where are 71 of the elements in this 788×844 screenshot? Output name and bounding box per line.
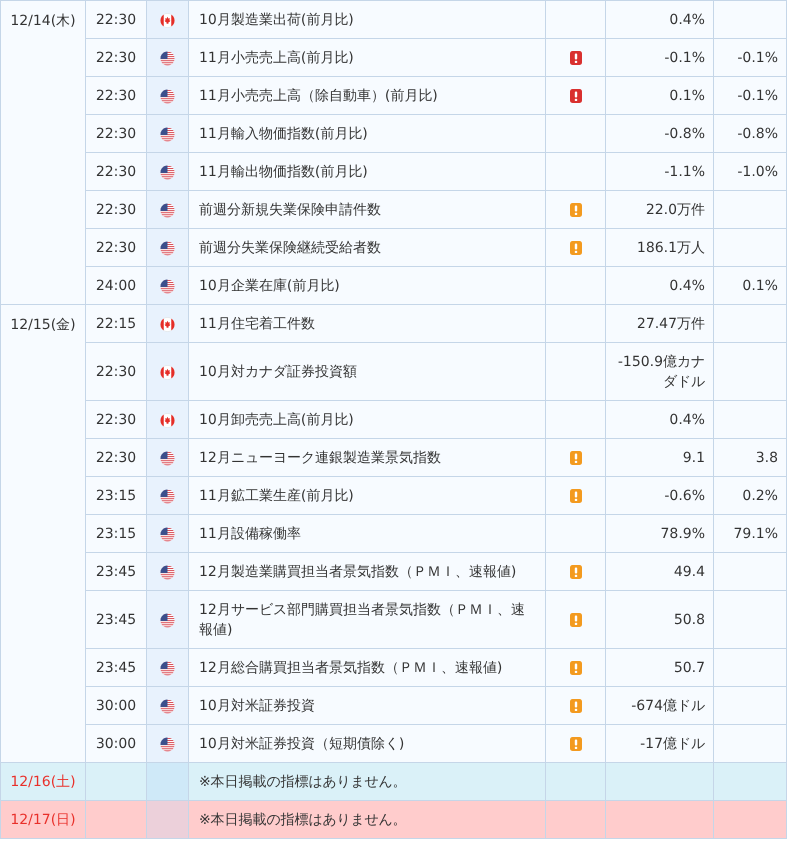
time-label: 24:00 [96, 278, 136, 294]
value-text: 0.4% [669, 278, 705, 294]
event-name: 12月総合購買担当者景気指数（ＰＭＩ、速報値) [199, 660, 502, 676]
time-label: 22:30 [96, 126, 136, 142]
event-name: 10月対米証券投資 [199, 698, 315, 714]
value-text: 50.7 [674, 660, 705, 676]
event-name: 12月ニューヨーク連銀製造業景気指数 [199, 450, 441, 466]
event-name: 11月輸出物価指数(前月比) [199, 164, 368, 180]
time-label: 22:30 [96, 240, 136, 256]
time-label: 22:30 [96, 50, 136, 66]
time-label: 22:15 [96, 316, 136, 332]
value-text: 3.8 [756, 450, 778, 466]
event-name: 11月小売売上高(前月比) [199, 50, 354, 66]
value-text: -150.9億カナダドル [618, 354, 705, 390]
value-text: -17億ドル [640, 736, 705, 752]
date-label: 12/14(木) [10, 13, 76, 29]
value-text: -0.8% [737, 126, 778, 142]
time-label: 22:30 [96, 88, 136, 104]
value-text: 0.4% [669, 412, 705, 428]
value-text: -0.1% [737, 50, 778, 66]
value-text: -0.6% [664, 488, 705, 504]
event-name: 11月住宅着工件数 [199, 316, 315, 332]
value-text: 186.1万人 [636, 240, 705, 256]
event-name: 12月サービス部門購買担当者景気指数（ＰＭＩ、速報値) [199, 602, 525, 638]
date-label: 12/16(土) [10, 774, 76, 790]
event-name: 11月小売売上高（除自動車）(前月比) [199, 88, 438, 104]
time-label: 22:30 [96, 202, 136, 218]
value-text: -674億ドル [631, 698, 705, 714]
time-label: 22:30 [96, 12, 136, 28]
value-text: 9.1 [682, 450, 705, 466]
value-text: 0.1% [742, 278, 778, 294]
event-name: 10月対カナダ証券投資額 [199, 364, 357, 380]
event-name: 前週分新規失業保険申請件数 [199, 202, 381, 218]
time-label: 23:15 [96, 488, 136, 504]
time-label: 30:00 [96, 736, 136, 752]
value-text: 27.47万件 [636, 316, 705, 332]
value-text: -0.1% [664, 50, 705, 66]
value-text: 0.2% [742, 488, 778, 504]
event-name: 10月企業在庫(前月比) [199, 278, 340, 294]
event-name: 前週分失業保険継続受給者数 [199, 240, 381, 256]
value-text: -1.1% [664, 164, 705, 180]
value-text: 22.0万件 [646, 202, 705, 218]
value-text: -1.0% [737, 164, 778, 180]
value-text: -0.1% [737, 88, 778, 104]
value-text: 0.4% [669, 12, 705, 28]
value-text: -0.8% [664, 126, 705, 142]
time-label: 23:15 [96, 526, 136, 542]
no-events-note: ※本日掲載の指標はありません。 [199, 774, 407, 790]
time-label: 22:30 [96, 412, 136, 428]
time-label: 30:00 [96, 698, 136, 714]
event-name: 11月設備稼働率 [199, 526, 301, 542]
time-label: 23:45 [96, 564, 136, 580]
time-label: 22:30 [96, 364, 136, 380]
date-label: 12/17(日) [10, 812, 76, 828]
value-text: 0.1% [669, 88, 705, 104]
time-label: 23:45 [96, 612, 136, 628]
event-name: 12月製造業購買担当者景気指数（ＰＭＩ、速報値) [199, 564, 516, 580]
no-events-note: ※本日掲載の指標はありません。 [199, 812, 407, 828]
event-name: 11月輸入物価指数(前月比) [199, 126, 368, 142]
event-name: 10月卸売売上高(前月比) [199, 412, 354, 428]
value-text: 79.1% [734, 526, 778, 542]
value-text: 50.8 [674, 612, 705, 628]
event-name: 10月対米証券投資（短期債除く) [199, 736, 404, 752]
value-text: 78.9% [660, 526, 705, 542]
value-text: 49.4 [674, 564, 705, 580]
time-label: 22:30 [96, 450, 136, 466]
time-label: 22:30 [96, 164, 136, 180]
event-name: 11月鉱工業生産(前月比) [199, 488, 354, 504]
event-name: 10月製造業出荷(前月比) [199, 12, 354, 28]
time-label: 23:45 [96, 660, 136, 676]
date-label: 12/15(金) [10, 317, 76, 333]
